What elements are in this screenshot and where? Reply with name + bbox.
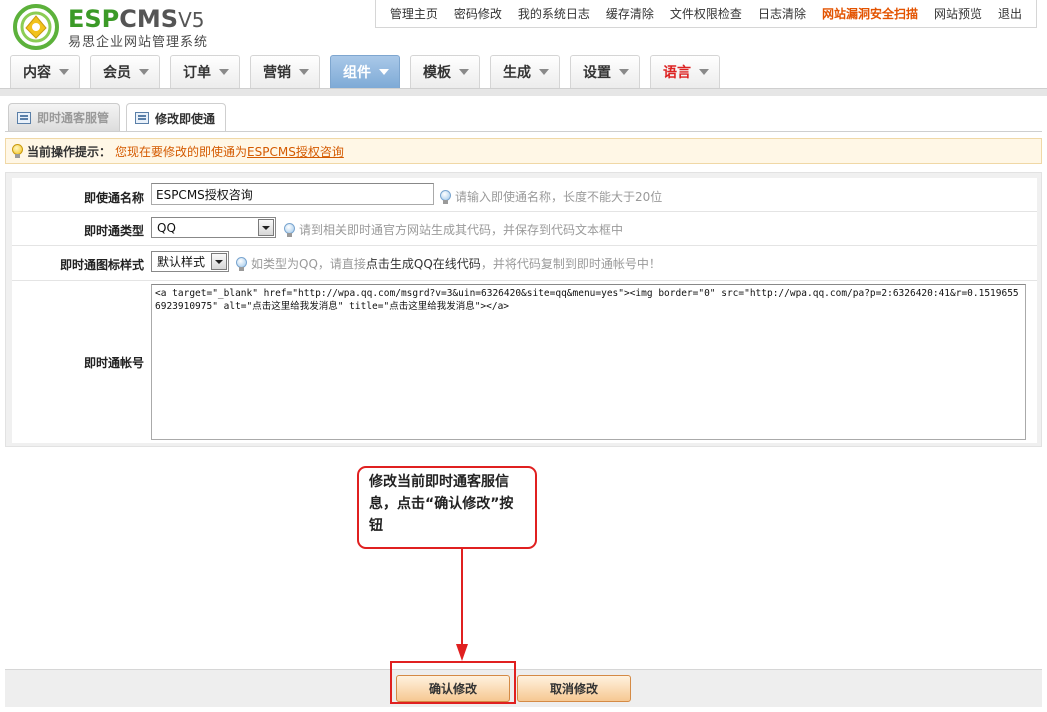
tip-link[interactable]: ESPCMS授权咨询 [247,143,344,160]
top-nav: 管理主页 密码修改 我的系统日志 缓存清除 文件权限检查 日志清除 网站漏洞安全扫描 网站预览… [374,0,1037,28]
name-label: 即使通名称 [83,191,144,205]
chevron-down-icon [219,69,229,75]
tip-text: 您现在要修改的即使通为 [115,144,248,159]
name-hint-text: 请输入即使通名称，长度不能大于20位 [455,190,663,204]
style-select-value: 默认样式 [157,255,206,269]
top-link-4[interactable]: 文件权限检查 [662,1,750,27]
main-tab-6[interactable]: 生成 [490,55,560,88]
hint-lightbulb-icon [440,189,451,204]
sub-tab-0[interactable]: 即时通客服管 [8,103,121,131]
style-hint: 如类型为QQ，请直接 点击生成QQ在线代码 ，并将代码复制到即时通帐号中！ [236,255,661,272]
main-nav: 内容 会员 订单 营销 组件 模板 生成 设置 语言 [10,55,730,88]
chevron-down-icon [299,69,309,75]
annotation-arrow-line [461,549,463,649]
window-icon [17,111,31,124]
form-row-account: 即时通帐号 <a target="_blank" href="http://wp… [12,281,1037,443]
main-tab-label: 营销 [263,65,291,81]
main-tab-3[interactable]: 营销 [250,55,320,88]
sub-tab-label: 修改即使通 [155,111,216,126]
main-tab-label: 设置 [583,65,611,81]
main-tab-4[interactable]: 组件 [330,55,400,88]
confirm-edit-button[interactable]: 确认修改 [396,675,510,702]
hint-lightbulb-icon [284,222,295,237]
sub-tab-1[interactable]: 修改即使通 [126,103,227,132]
chevron-down-icon [699,69,709,75]
tip-label: 当前操作提示： [27,144,112,159]
top-link-2[interactable]: 我的系统日志 [510,1,598,27]
cancel-edit-button[interactable]: 取消修改 [517,675,631,702]
top-link-3[interactable]: 缓存清除 [598,1,662,27]
top-link-1[interactable]: 密码修改 [446,1,510,27]
style-select[interactable]: 默认样式 [151,251,229,272]
account-label: 即时通帐号 [83,356,144,370]
sub-tabs-divider [5,131,1042,132]
type-label: 即时通类型 [83,224,144,238]
main-tab-7[interactable]: 设置 [570,55,640,88]
nav-divider [0,88,1047,96]
chevron-down-icon[interactable] [211,253,227,270]
espcms-logo-icon [13,4,59,50]
style-label: 即时通图标样式 [59,258,144,272]
brand-name: ESPCMSV5 [68,5,205,33]
account-code-textarea[interactable]: <a target="_blank" href="http://wpa.qq.c… [151,284,1026,440]
main-tab-label: 组件 [343,65,371,81]
chevron-down-icon [59,69,69,75]
sub-tab-label: 即时通客服管 [37,111,110,125]
logo: ESPCMSV5 易思企业网站管理系统 [10,4,240,50]
annotation-arrow-head [456,644,468,661]
sub-tabs: 即时通客服管 修改即使通 [8,103,232,132]
form-row-style: 即时通图标样式 默认样式 如类型为QQ，请直接 点击生成QQ在线代码 ，并将代码复制… [12,246,1037,281]
brand-tagline: 易思企业网站管理系统 [68,35,209,50]
chevron-down-icon [539,69,549,75]
chevron-down-icon [619,69,629,75]
header: ESPCMSV5 易思企业网站管理系统 管理主页 密码修改 我的系统日志 缓存清除 文件… [0,0,1047,96]
lightbulb-icon [12,144,23,158]
chevron-down-icon[interactable] [258,219,274,236]
top-link-0[interactable]: 管理主页 [382,1,446,27]
main-tab-0[interactable]: 内容 [10,55,80,88]
chevron-down-icon [379,69,389,75]
style-hint-before: 如类型为QQ，请直接 [251,257,366,271]
name-hint: 请输入即使通名称，长度不能大于20位 [440,188,662,205]
style-hint-after: ，并将代码复制到即时通帐号中！ [480,257,661,271]
main-tab-8[interactable]: 语言 [650,55,720,88]
type-select-value: QQ [157,220,176,235]
chevron-down-icon [139,69,149,75]
top-link-5[interactable]: 日志清除 [750,1,814,27]
main-tab-label: 语言 [663,65,691,81]
main-tab-label: 订单 [183,65,211,81]
generate-qq-code-link[interactable]: 点击生成QQ在线代码 [366,255,481,272]
form-row-name: 即使通名称 请输入即使通名称，长度不能大于20位 [12,178,1037,212]
window-icon [135,112,150,124]
main-tab-label: 内容 [23,65,51,81]
edit-form: 即使通名称 请输入即使通名称，长度不能大于20位 即时通类型 QQ 请到相关即时… [5,172,1042,447]
hint-lightbulb-icon [236,256,247,271]
type-select[interactable]: QQ [151,217,276,238]
top-link-7[interactable]: 网站预览 [926,1,990,27]
name-input[interactable] [151,183,434,205]
annotation-callout: 修改当前即时通客服信息，点击“确认修改”按钮 [357,466,537,549]
top-link-6[interactable]: 网站漏洞安全扫描 [814,1,926,27]
operation-tip-bar: 当前操作提示： 您现在要修改的即使通为 ESPCMS授权咨询 [5,138,1042,164]
main-tab-1[interactable]: 会员 [90,55,160,88]
top-link-8[interactable]: 退出 [990,1,1030,27]
main-tab-2[interactable]: 订单 [170,55,240,88]
type-hint-text: 请到相关即时通官方网站生成其代码，并保存到代码文本框中 [299,223,624,237]
type-hint: 请到相关即时通官方网站生成其代码，并保存到代码文本框中 [284,221,623,238]
chevron-down-icon [459,69,469,75]
main-tab-label: 模板 [423,65,451,81]
main-tab-5[interactable]: 模板 [410,55,480,88]
main-tab-label: 会员 [103,65,131,81]
form-row-type: 即时通类型 QQ 请到相关即时通官方网站生成其代码，并保存到代码文本框中 [12,212,1037,246]
main-tab-label: 生成 [503,65,531,81]
